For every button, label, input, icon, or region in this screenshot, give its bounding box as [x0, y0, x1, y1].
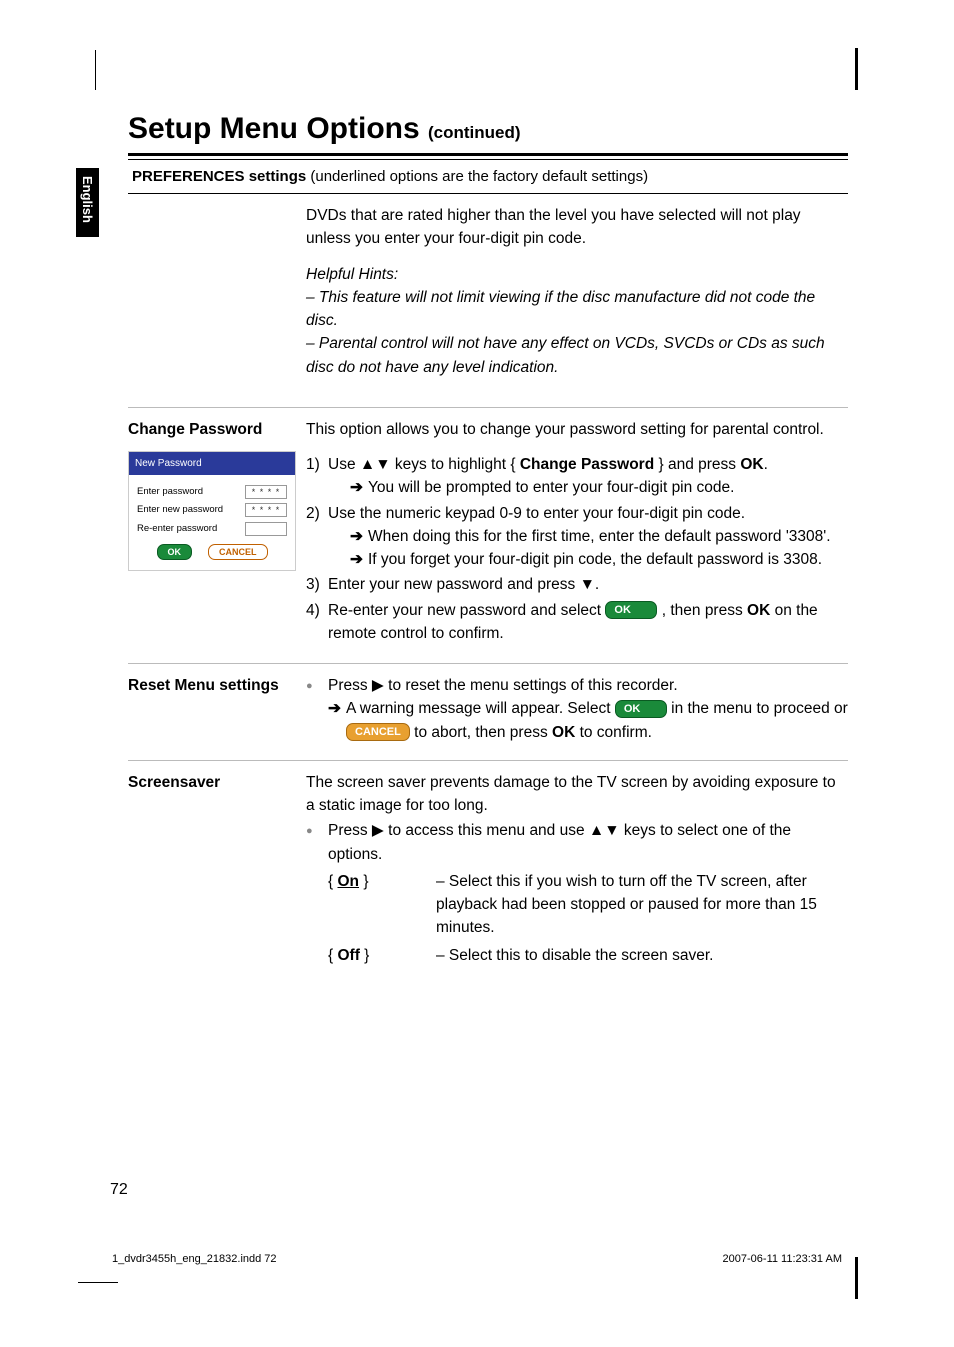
ok-pill: OK: [605, 601, 657, 619]
step-2: Use the numeric keypad 0-9 to enter your…: [306, 502, 848, 572]
row-change-password: Change Password New Password Enter passw…: [128, 407, 848, 663]
step-4: Re-enter your new password and select OK…: [306, 599, 848, 646]
step-1-result: You will be prompted to enter your four-…: [328, 476, 848, 499]
text-bold: OK: [552, 724, 575, 741]
row-body: Press ▶ to reset the menu settings of th…: [306, 674, 848, 744]
option-key: { Off }: [306, 944, 436, 967]
text: , then press: [657, 602, 747, 619]
dialog-field: Enter password * * * *: [137, 485, 287, 499]
reset-arrow: A warning message will appear. Select OK…: [306, 697, 848, 744]
field-label: Enter password: [137, 485, 203, 499]
page-number: 72: [110, 1181, 128, 1199]
dialog-ok-button: OK: [157, 544, 193, 560]
option-on: { On } – Select this if you wish to turn…: [306, 870, 848, 940]
row-reset-menu: Reset Menu settings Press ▶ to reset the…: [128, 663, 848, 760]
step-3: Enter your new password and press ▼.: [306, 573, 848, 596]
text: A warning message will appear. Select: [346, 700, 615, 717]
section-header-bold: PREFERENCES settings: [132, 168, 306, 185]
row-label: Reset Menu settings: [128, 674, 306, 744]
crop-mark: [78, 1282, 118, 1283]
footer-file: 1_dvdr3455h_eng_21832.indd 72: [112, 1253, 277, 1265]
dialog-body: Enter password * * * * Enter new passwor…: [129, 475, 295, 570]
option-key: { On }: [306, 870, 436, 940]
change-password-label: Change Password: [128, 421, 262, 438]
language-tab: English: [76, 168, 99, 237]
text: to confirm.: [575, 724, 652, 741]
text: Use the numeric keypad 0-9 to enter your…: [328, 505, 745, 522]
footer-date: 2007-06-11 11:23:31 AM: [723, 1253, 842, 1265]
text-bold: OK: [740, 456, 763, 473]
text: } and press: [654, 456, 740, 473]
text: Use ▲▼ keys to highlight {: [328, 456, 520, 473]
text-bold: Change Password: [520, 456, 654, 473]
hints-title: Helpful Hints:: [306, 263, 848, 286]
row-label: Change Password New Password Enter passw…: [128, 418, 306, 647]
text: in the menu to proceed or: [667, 700, 848, 717]
page-title-text: Setup Menu Options: [128, 112, 420, 145]
option-desc: – Select this if you wish to turn off th…: [436, 870, 848, 940]
field-box: [245, 522, 287, 536]
step-2-result: When doing this for the first time, ente…: [328, 525, 848, 548]
text-underline: On: [337, 873, 359, 890]
row-label: Screensaver: [128, 771, 306, 967]
step-1: Use ▲▼ keys to highlight { Change Passwo…: [306, 453, 848, 500]
ok-pill: OK: [615, 700, 667, 718]
text: Re-enter your new password and select: [328, 602, 605, 619]
screensaver-bullet: Press ▶ to access this menu and use ▲▼ k…: [306, 819, 848, 866]
dialog-cancel-button: CANCEL: [208, 544, 268, 560]
field-label: Enter new password: [137, 503, 223, 517]
text: to abort, then press: [410, 724, 552, 741]
steps-list: Use ▲▼ keys to highlight { Change Passwo…: [306, 453, 848, 645]
dialog-field: Enter new password * * * *: [137, 503, 287, 517]
content-area: PREFERENCES settings (underlined options…: [128, 153, 848, 983]
reset-line-1: Press ▶ to reset the menu settings of th…: [306, 674, 848, 697]
crop-mark: [95, 50, 96, 90]
field-label: Re-enter password: [137, 522, 217, 536]
screensaver-intro: The screen saver prevents damage to the …: [306, 771, 848, 818]
row-body: The screen saver prevents damage to the …: [306, 771, 848, 967]
field-box: * * * *: [245, 485, 287, 499]
option-off: { Off } – Select this to disable the scr…: [306, 944, 848, 967]
step-2-result-2: If you forget your four-digit pin code, …: [328, 548, 848, 571]
row-label-empty: [128, 204, 306, 391]
crop-mark: [855, 1257, 858, 1299]
text-bold: OK: [747, 602, 770, 619]
dialog-buttons: OK CANCEL: [137, 544, 287, 560]
row-parental-continued: DVDs that are rated higher than the leve…: [128, 194, 848, 407]
hints-body: – This feature will not limit viewing if…: [306, 286, 848, 379]
page-title-continued: (continued): [428, 123, 521, 142]
text: .: [764, 456, 768, 473]
change-password-intro: This option allows you to change your pa…: [306, 418, 848, 441]
section-header: PREFERENCES settings (underlined options…: [128, 160, 848, 194]
parental-intro: DVDs that are rated higher than the leve…: [306, 204, 848, 251]
dialog-field: Re-enter password: [137, 522, 287, 536]
cancel-pill: CANCEL: [346, 723, 410, 741]
page-title: Setup Menu Options (continued): [128, 112, 521, 146]
row-body: This option allows you to change your pa…: [306, 418, 848, 647]
rule: [128, 153, 848, 156]
row-body: DVDs that are rated higher than the leve…: [306, 204, 848, 391]
text-bold: Off: [337, 947, 359, 964]
field-box: * * * *: [245, 503, 287, 517]
option-desc: – Select this to disable the screen save…: [436, 944, 848, 967]
dialog-title: New Password: [129, 452, 295, 475]
crop-mark: [855, 48, 858, 90]
row-screensaver: Screensaver The screen saver prevents da…: [128, 760, 848, 983]
section-header-rest: (underlined options are the factory defa…: [306, 168, 648, 185]
password-dialog-illustration: New Password Enter password * * * * Ente…: [128, 451, 296, 571]
